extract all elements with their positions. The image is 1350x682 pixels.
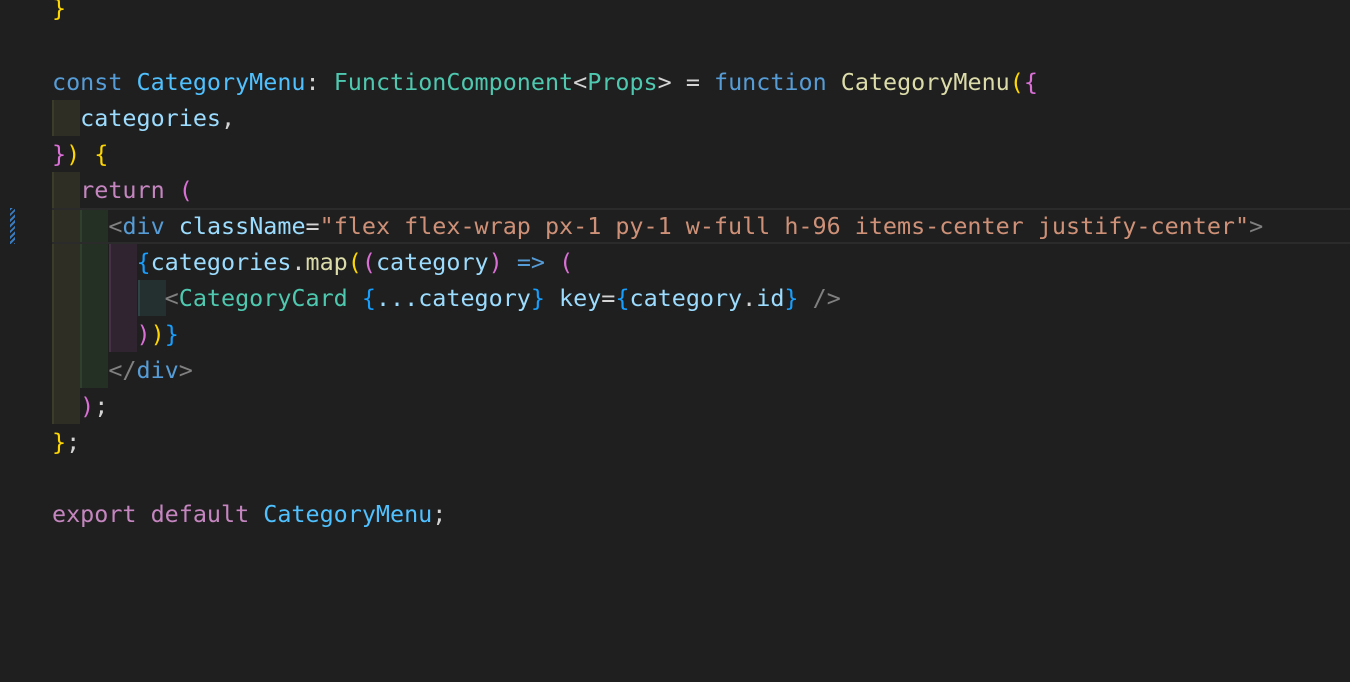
code-line: }) { — [52, 140, 109, 168]
code-line: ))} — [136, 320, 179, 348]
code-line: } — [52, 0, 67, 22]
code-line-current[interactable]: <div className="flex flex-wrap px-1 py-1… — [52, 208, 1350, 244]
code-line: </div> — [108, 356, 193, 384]
code-line: categories, — [80, 104, 236, 132]
modified-line-marker — [10, 208, 15, 244]
code-line: <CategoryCard {...category} key={categor… — [164, 284, 841, 312]
code-line: ); — [80, 392, 109, 420]
code-line: return ( — [80, 176, 193, 204]
code-editor[interactable]: } const CategoryMenu: FunctionComponent<… — [0, 0, 1350, 682]
code-line: export default CategoryMenu; — [52, 500, 447, 528]
code-line: const CategoryMenu: FunctionComponent<Pr… — [52, 68, 1038, 96]
code-line: {categories.map((category) => ( — [136, 248, 574, 276]
code-line: }; — [52, 428, 81, 456]
